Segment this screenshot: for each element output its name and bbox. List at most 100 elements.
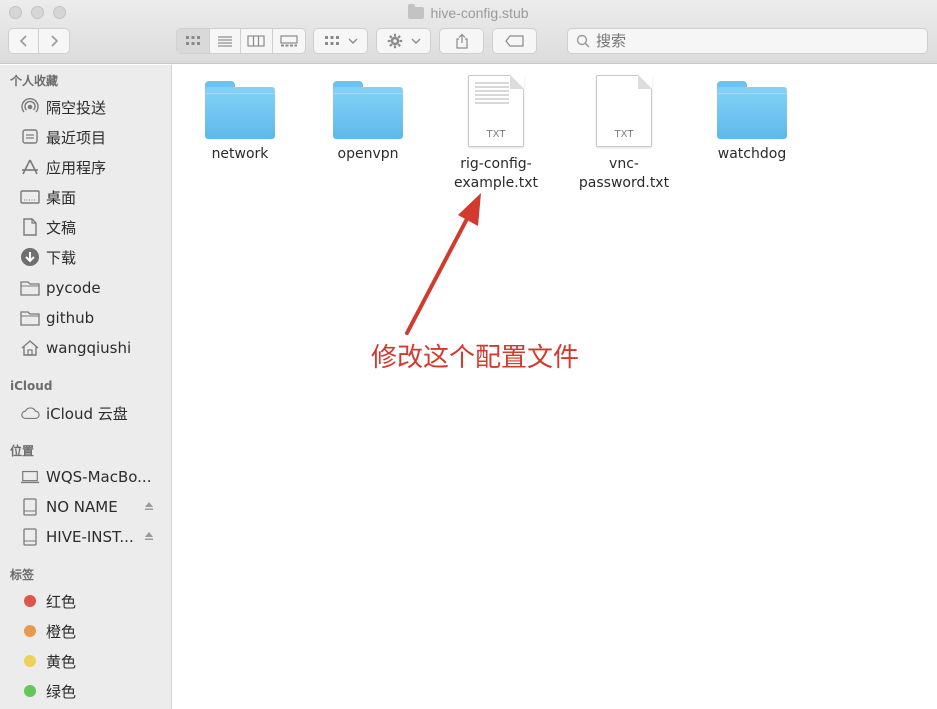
drive-icon: [20, 498, 40, 516]
airdrop-icon: [20, 98, 40, 116]
sidebar-item-no-name[interactable]: NO NAME: [20, 494, 168, 520]
chevron-down-icon: [348, 38, 357, 44]
sidebar-item-label: 绿色: [46, 682, 77, 701]
sidebar-item-label: 橙色: [46, 622, 77, 641]
search-input[interactable]: [596, 32, 896, 50]
share-button[interactable]: [439, 28, 484, 54]
file-item-vnc-password[interactable]: TXT vnc-password.txt: [564, 75, 684, 193]
sidebar-item-label: wangqiushi: [46, 339, 132, 357]
sidebar-item-desktop[interactable]: 桌面: [20, 184, 168, 210]
sidebar-item-label: github: [46, 309, 95, 327]
sidebar-tag-red[interactable]: 红色: [20, 588, 168, 614]
file-name: openvpn: [337, 146, 399, 162]
recents-icon: [20, 128, 40, 146]
sidebar-item-label: 黄色: [46, 652, 77, 671]
file-type-badge: TXT: [614, 129, 634, 140]
eject-icon[interactable]: [144, 531, 154, 541]
home-icon: [20, 339, 40, 357]
sidebar-item-applications[interactable]: 应用程序: [20, 154, 168, 180]
text-file-icon: TXT: [468, 75, 524, 147]
action-menu-button[interactable]: [376, 28, 431, 54]
sidebar-item-label: 最近项目: [46, 128, 107, 147]
columns-icon: [247, 35, 265, 47]
file-name: rig-config-example.txt: [454, 156, 538, 191]
sidebar-item-recents[interactable]: 最近项目: [20, 124, 168, 150]
sidebar-item-label: 红色: [46, 592, 77, 611]
gallery-icon: [280, 35, 298, 47]
file-item-watchdog[interactable]: watchdog: [692, 81, 812, 164]
folder-icon: [717, 81, 787, 139]
laptop-icon: [20, 468, 40, 486]
sidebar-item-label: NO NAME: [46, 498, 118, 516]
chevron-right-icon: [51, 35, 59, 47]
sidebar-item-label: 桌面: [46, 188, 77, 207]
column-view-button[interactable]: [241, 29, 273, 53]
title-bar: hive-config.stub: [0, 0, 937, 64]
edit-tags-button[interactable]: [492, 28, 537, 54]
search-field[interactable]: [567, 28, 928, 54]
sidebar-item-home[interactable]: wangqiushi: [20, 335, 168, 361]
sidebar-item-hive-install[interactable]: HIVE-INST...: [20, 524, 168, 550]
sidebar-item-label: 应用程序: [46, 158, 107, 177]
sidebar-item-label: 隔空投送: [46, 98, 107, 117]
list-icon: [217, 36, 232, 47]
file-item-network[interactable]: network: [180, 81, 300, 164]
folder-icon: [20, 309, 40, 327]
sidebar-item-macbook[interactable]: WQS-MacBo...: [20, 464, 168, 490]
chevron-down-icon: [411, 38, 420, 44]
green-tag-dot-icon: [24, 685, 36, 697]
sidebar-item-label: pycode: [46, 279, 101, 297]
file-item-rig-config-example[interactable]: TXT rig-config-example.txt: [436, 75, 556, 193]
sidebar-item-label: 文稿: [46, 218, 77, 237]
gallery-view-button[interactable]: [273, 29, 305, 53]
sidebar-tag-orange[interactable]: 橙色: [20, 618, 168, 644]
list-view-button[interactable]: [210, 29, 242, 53]
finder-window: hive-config.stub 搜索 个人收藏 隔空投送 最近项目 应用程序 …: [0, 0, 937, 709]
icon-view-button[interactable]: [177, 29, 210, 53]
grid-icon: [324, 36, 339, 45]
share-icon: [455, 33, 468, 49]
favorites-header: 个人收藏: [10, 74, 59, 88]
icloud-header: iCloud: [10, 379, 53, 393]
drive-icon: [20, 528, 40, 546]
sidebar-item-label: iCloud 云盘: [46, 404, 128, 423]
sidebar-tag-yellow[interactable]: 黄色: [20, 648, 168, 674]
file-name: network: [211, 146, 269, 162]
sidebar-item-label: WQS-MacBo...: [46, 468, 152, 486]
sidebar-tag-green[interactable]: 绿色: [20, 678, 168, 704]
folder-icon: [408, 4, 425, 19]
sidebar-item-github[interactable]: github: [20, 305, 168, 331]
window-title-text: hive-config.stub: [430, 5, 529, 21]
window-title: hive-config.stub: [0, 3, 937, 23]
file-browser: network openvpn TXT rig-config-example.t…: [172, 65, 937, 709]
downloads-icon: [20, 248, 40, 266]
back-button[interactable]: [9, 29, 40, 53]
file-item-openvpn[interactable]: openvpn: [308, 81, 428, 164]
file-name: vnc-password.txt: [578, 156, 670, 191]
yellow-tag-dot-icon: [24, 655, 36, 667]
sidebar-item-airdrop[interactable]: 隔空投送: [20, 94, 168, 120]
locations-header: 位置: [10, 444, 35, 458]
chevron-left-icon: [19, 35, 27, 47]
text-file-icon: TXT: [596, 75, 652, 147]
folder-icon: [20, 279, 40, 297]
tag-icon: [504, 35, 524, 47]
navigation-buttons: [8, 28, 70, 54]
view-mode-control: [176, 28, 306, 54]
search-icon: [576, 34, 590, 48]
group-by-button[interactable]: [313, 28, 368, 54]
red-tag-dot-icon: [24, 595, 36, 607]
gear-icon: [387, 33, 402, 49]
eject-icon[interactable]: [144, 501, 154, 511]
sidebar: 个人收藏 隔空投送 最近项目 应用程序 桌面 文稿 下载 pycode gith…: [0, 65, 172, 709]
forward-button[interactable]: [39, 29, 69, 53]
sidebar-item-icloud-drive[interactable]: iCloud 云盘: [20, 400, 168, 426]
applications-icon: [20, 158, 40, 176]
sidebar-item-pycode[interactable]: pycode: [20, 275, 168, 301]
annotation-text: 修改这个配置文件: [371, 343, 580, 373]
desktop-icon: [20, 188, 40, 206]
sidebar-item-downloads[interactable]: 下载: [20, 244, 168, 270]
tags-header: 标签: [10, 568, 35, 582]
sidebar-item-documents[interactable]: 文稿: [20, 214, 168, 240]
sidebar-item-label: 下载: [46, 248, 77, 267]
